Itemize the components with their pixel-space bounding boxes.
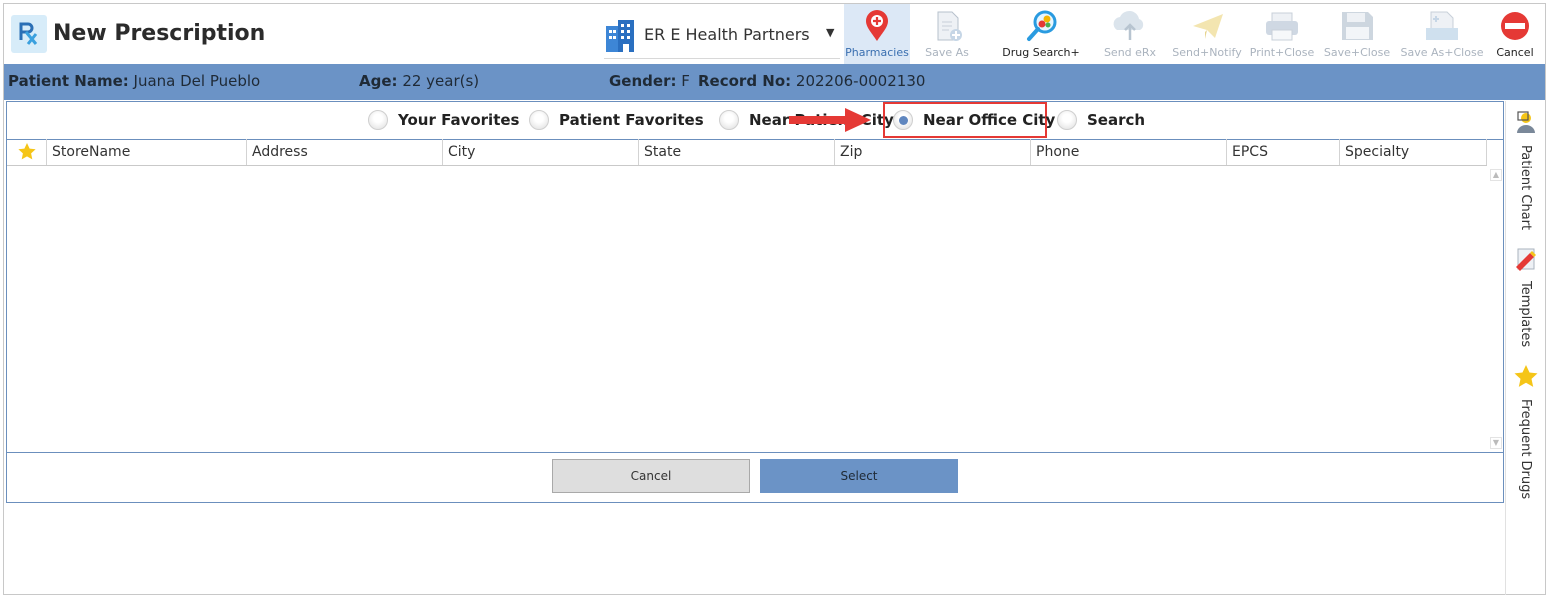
pharmacy-table-header: StoreName Address City State Zip Phone E… [7,139,1487,166]
table-divider [7,452,1503,453]
document-plus-icon [937,11,962,41]
radio-button[interactable] [719,110,739,130]
print-close-button[interactable]: Print+Close [1247,4,1317,64]
favorite-column-header[interactable] [7,139,47,165]
send-erx-button[interactable]: Send eRx [1099,4,1161,64]
cancel-button[interactable]: Cancel [552,459,750,493]
chevron-down-icon[interactable]: ▼ [826,26,834,39]
send-notify-label: Send+Notify [1172,46,1242,59]
radio-button-selected[interactable] [893,110,913,130]
save-as-label: Save As [925,46,969,59]
templates-icon [1516,248,1536,271]
send-erx-label: Send eRx [1103,46,1157,59]
cancel-toolbar-label: Cancel [1496,46,1534,59]
magnify-pills-icon [1027,10,1057,41]
side-tab-templates[interactable]: Templates [1506,245,1546,347]
column-epcs[interactable]: EPCS [1227,139,1340,165]
pharmacy-filter-group: Your Favorites Patient Favorites Near Pa… [7,102,1503,140]
column-state[interactable]: State [639,139,835,165]
column-specialty[interactable]: Specialty [1340,139,1487,165]
organization-selector[interactable]: ER E Health Partners ▼ [604,16,840,59]
column-address[interactable]: Address [247,139,443,165]
map-pin-plus-icon [866,10,888,41]
side-tab-patient-chart[interactable]: Patient Chart [1506,109,1546,230]
save-as-close-label: Save As+Close [1400,46,1484,59]
column-zip[interactable]: Zip [835,139,1031,165]
header: New Prescription ER E Health Partners ▼ [4,4,1545,66]
building-icon [606,20,634,52]
page-title: New Prescription [53,21,266,46]
patient-age: Age: 22 year(s) [359,72,480,90]
drug-search-button[interactable]: Drug Search+ [998,4,1084,64]
save-close-button[interactable]: Save+Close [1322,4,1392,64]
drug-search-label: Drug Search+ [1002,46,1080,59]
cloud-upload-icon [1113,10,1144,40]
no-entry-icon [1501,12,1529,40]
save-as-close-button[interactable]: Save As+Close [1398,4,1486,64]
radio-button[interactable] [529,110,549,130]
prescription-window: New Prescription ER E Health Partners ▼ [3,3,1546,595]
column-city[interactable]: City [443,139,639,165]
paper-plane-icon [1193,14,1223,39]
cancel-toolbar-button[interactable]: Cancel [1490,4,1540,64]
column-phone[interactable]: Phone [1031,139,1227,165]
red-arrow-annotation [789,108,871,132]
patient-chart-icon [1517,111,1535,133]
column-storename[interactable]: StoreName [47,139,247,165]
send-notify-button[interactable]: Send+Notify [1169,4,1245,64]
print-close-label: Print+Close [1249,46,1315,59]
printer-icon [1266,12,1298,41]
side-tab-frequent-drugs[interactable]: Frequent Drugs [1506,363,1546,499]
side-panel: Patient Chart Templates Frequent Drugs [1505,101,1546,595]
radio-button[interactable] [368,110,388,130]
patient-record: Record No: 202206-0002130 [698,72,926,90]
star-icon [1514,365,1538,387]
document-save-icon [1426,11,1458,40]
scroll-down-icon[interactable]: ▼ [1490,437,1502,449]
radio-button[interactable] [1057,110,1077,130]
pharmacies-button[interactable]: Pharmacies [844,4,910,64]
patient-name: Patient Name: Juana Del Pueblo [8,72,261,90]
star-icon [18,143,36,160]
pharmacies-label: Pharmacies [845,46,909,59]
scroll-up-icon[interactable]: ▲ [1490,169,1502,181]
prescription-icon [11,15,47,53]
save-close-label: Save+Close [1323,46,1391,59]
table-scrollbar[interactable]: ▲ ▼ [1488,165,1502,451]
floppy-disk-icon [1342,12,1373,40]
organization-name: ER E Health Partners [644,25,810,44]
patient-info-bar: Patient Name: Juana Del Pueblo Age: 22 y… [4,64,1545,100]
pharmacy-panel: Your Favorites Patient Favorites Near Pa… [6,101,1504,503]
patient-gender: Gender: F [609,72,690,90]
save-as-button[interactable]: Save As [916,4,978,64]
select-button[interactable]: Select [760,459,958,493]
